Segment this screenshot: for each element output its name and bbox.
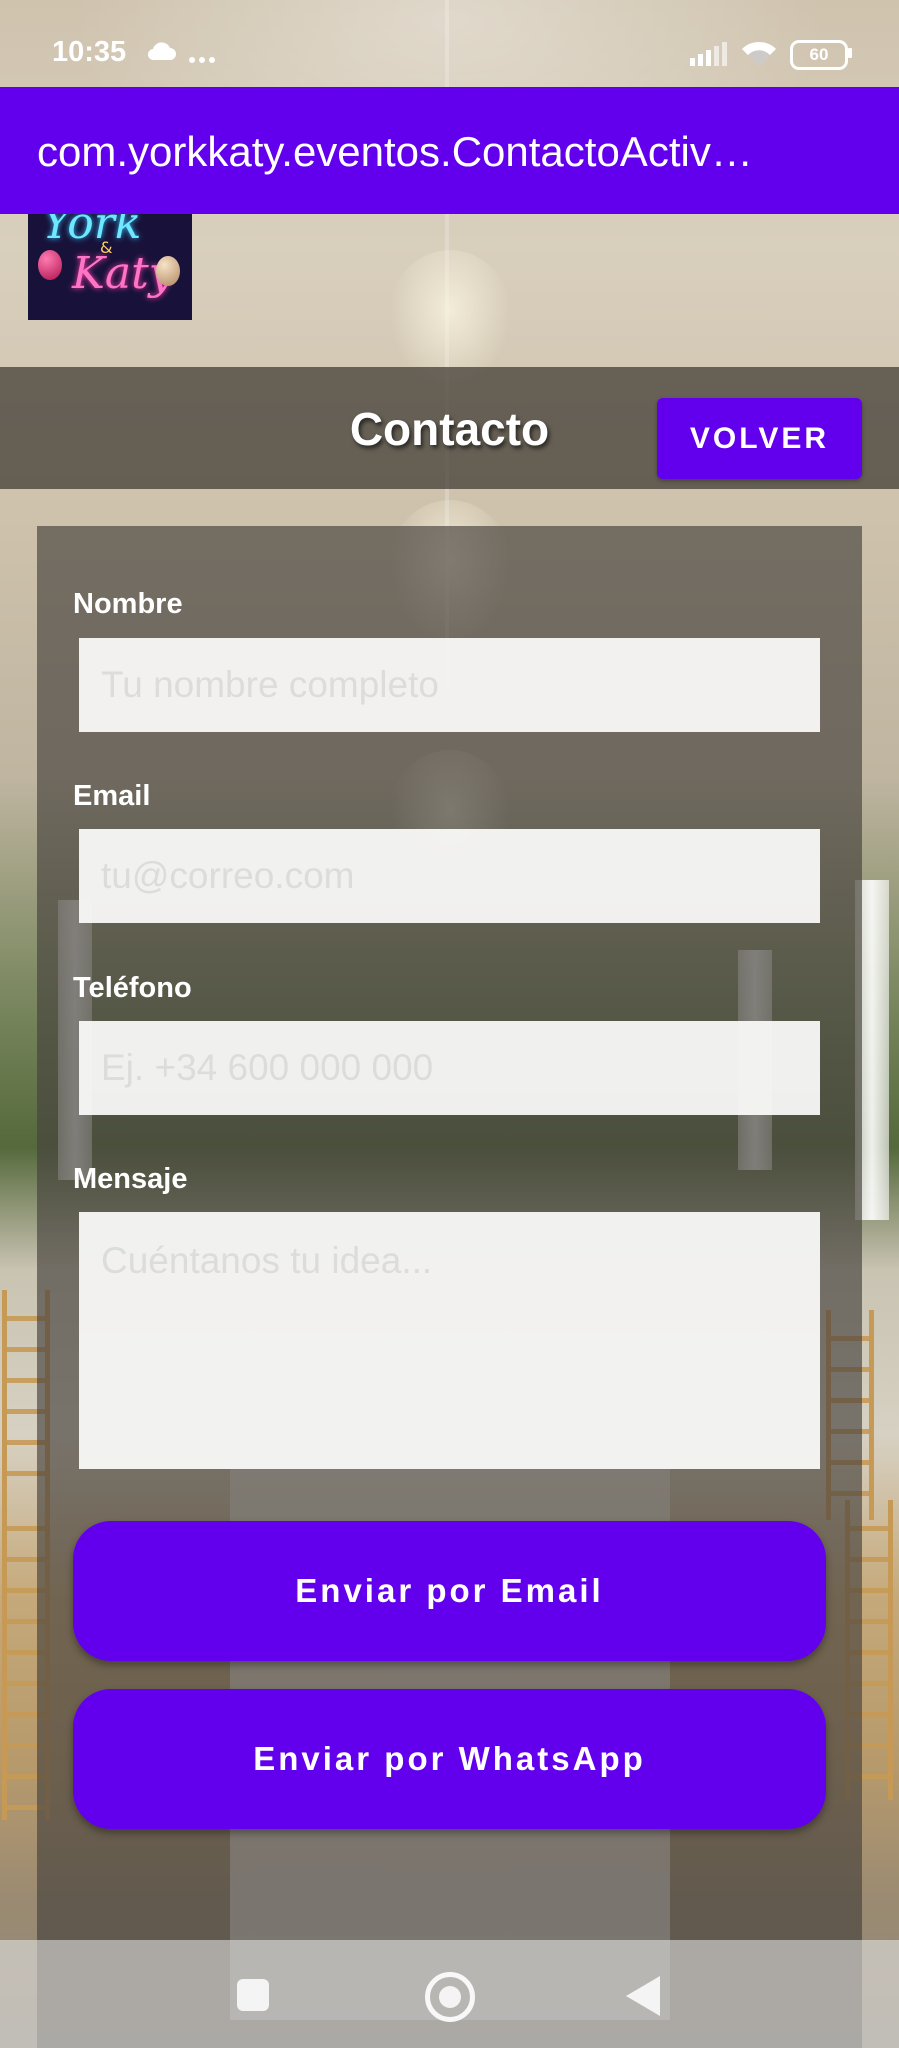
wifi-icon: [740, 38, 778, 72]
name-label: Nombre: [73, 588, 183, 620]
battery-icon: 60: [790, 40, 848, 70]
home-icon-inner: [439, 1986, 461, 2008]
york-katy-logo: York & Katy: [28, 214, 192, 320]
gold-balloon-icon: [156, 256, 180, 286]
status-time: 10:35: [52, 36, 127, 68]
system-navigation-bar: [0, 1940, 899, 2048]
app-bar: com.yorkkaty.eventos.ContactoActiv…: [0, 87, 899, 214]
name-input[interactable]: [79, 638, 820, 732]
signal-icon: [690, 42, 730, 70]
email-input[interactable]: [79, 829, 820, 923]
status-bar: 10:35 60: [0, 0, 899, 86]
send-email-button[interactable]: Enviar por Email: [73, 1521, 826, 1661]
battery-tip: [848, 48, 852, 58]
page-header: Contacto VOLVER: [0, 367, 899, 489]
circle-home-icon[interactable]: [425, 1972, 475, 2022]
triangle-back-icon[interactable]: [626, 1976, 660, 2016]
back-button[interactable]: VOLVER: [657, 398, 862, 479]
email-label: Email: [73, 780, 151, 812]
more-dots-icon: [188, 49, 216, 68]
logo-text-york: York: [42, 214, 142, 249]
message-textarea[interactable]: [79, 1212, 820, 1469]
message-label: Mensaje: [73, 1163, 188, 1195]
phone-input[interactable]: [79, 1021, 820, 1115]
square-recents-icon[interactable]: [237, 1979, 269, 2011]
cloud-icon: [146, 40, 176, 66]
app-bar-title: com.yorkkaty.eventos.ContactoActiv…: [37, 128, 753, 175]
pink-balloon-icon: [38, 250, 62, 280]
send-whatsapp-button[interactable]: Enviar por WhatsApp: [73, 1689, 826, 1829]
phone-label: Teléfono: [73, 972, 192, 1004]
